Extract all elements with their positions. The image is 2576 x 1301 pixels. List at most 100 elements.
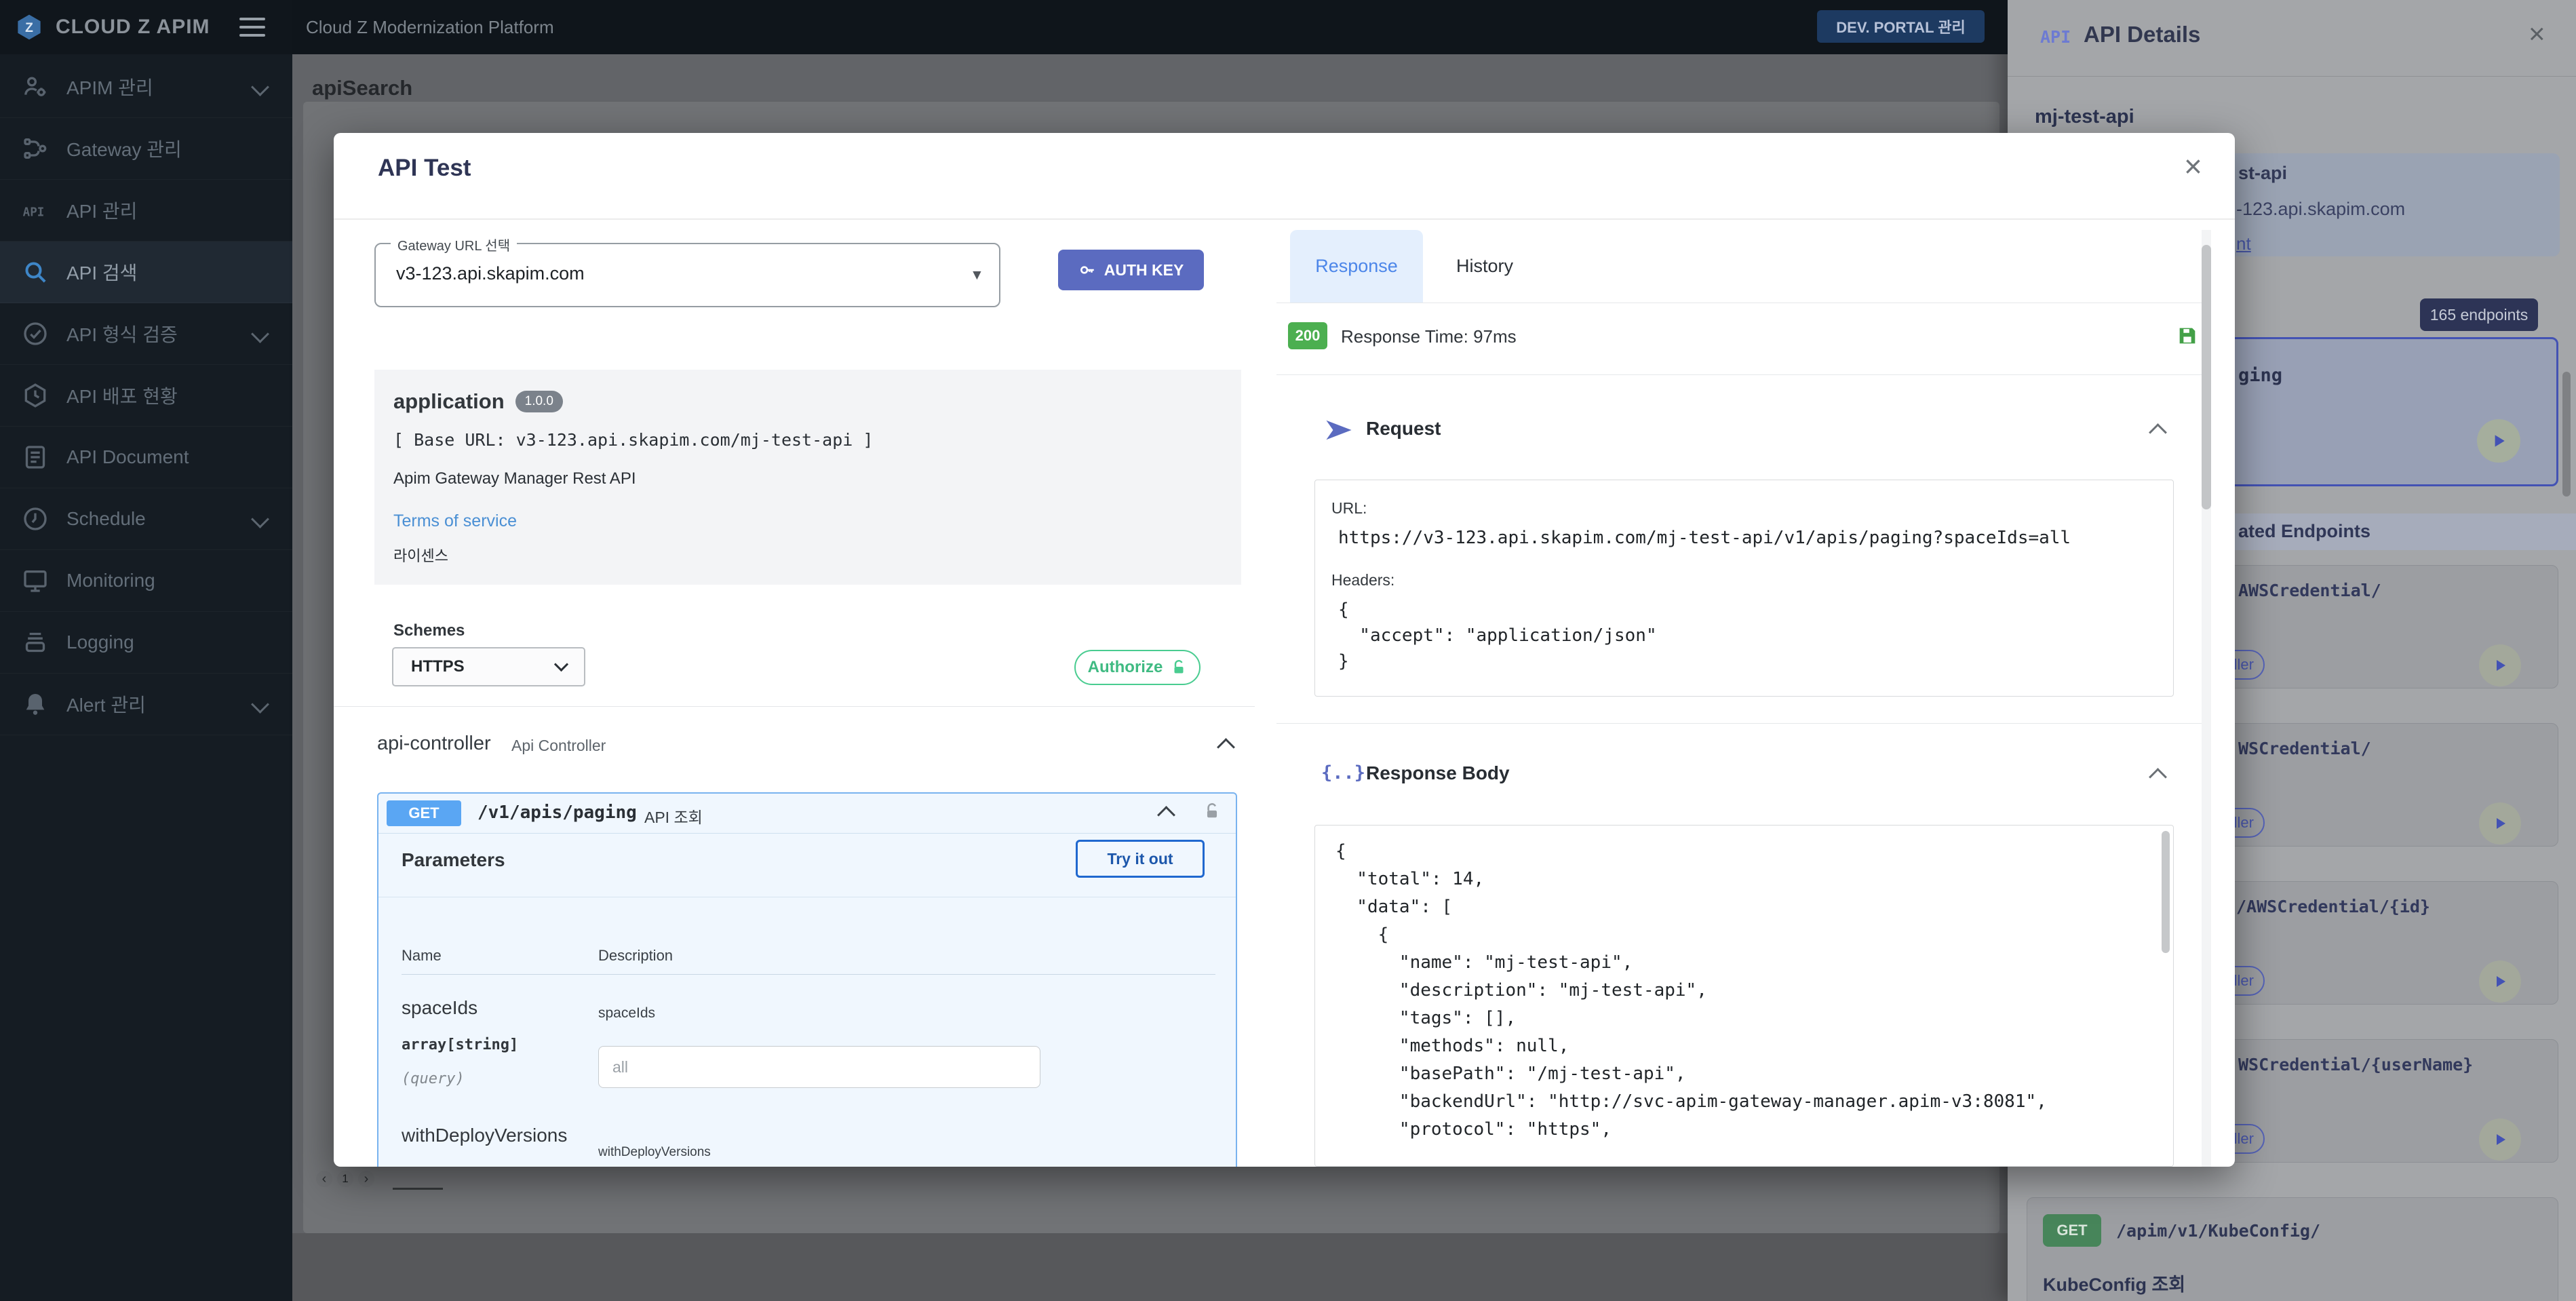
play-icon (2492, 657, 2508, 674)
related-endpoint-path-fragment: AWSCredential/ (2238, 581, 2381, 600)
pagination-prev-button[interactable]: ‹ (316, 1171, 332, 1187)
page-size-select[interactable] (393, 1188, 443, 1190)
related-endpoint-play-button[interactable] (2479, 802, 2521, 844)
modal-close-icon[interactable]: × (2184, 148, 2202, 185)
schemes-select[interactable]: HTTPS (392, 647, 585, 686)
controller-subtitle: Api Controller (511, 737, 606, 755)
sidebar-item-alert-management[interactable]: Alert 관리 (0, 674, 292, 735)
drawer-title: API Details (2084, 22, 2200, 47)
svg-text:Z: Z (25, 21, 33, 35)
param-col-description: Description (598, 947, 673, 965)
endpoint-summary: API 조회 (644, 804, 703, 828)
param-type: array[string] (402, 1036, 518, 1053)
drawer-close-icon[interactable]: × (2529, 18, 2545, 50)
key-icon (1078, 261, 1096, 279)
application-title: application (393, 389, 505, 414)
users-gear-icon (22, 73, 49, 100)
request-collapse-icon[interactable] (2149, 423, 2167, 442)
param-col-name: Name (402, 947, 442, 965)
api-icon: API (22, 197, 49, 224)
authorize-button[interactable]: Authorize (1074, 650, 1201, 685)
drawer-info-link-fragment[interactable]: nt (2236, 233, 2251, 254)
related-endpoint-path-fragment: WSCredential/{userName} (2238, 1055, 2473, 1074)
select-chevron-icon (554, 657, 568, 672)
auth-key-button[interactable]: AUTH KEY (1058, 250, 1204, 290)
save-icon[interactable] (2176, 324, 2199, 347)
drawer-api-name: mj-test-api (2035, 106, 2134, 128)
page-title: apiSearch (312, 76, 412, 100)
search-icon (22, 258, 49, 286)
controller-name: api-controller (377, 733, 491, 755)
endpoint-path: /v1/apis/paging (477, 802, 637, 823)
tab-response[interactable]: Response (1290, 230, 1423, 303)
related-endpoints-header-fragment: ated Endpoints (2238, 521, 2370, 542)
sidebar-item-gateway-management[interactable]: Gateway 관리 (0, 118, 292, 180)
related-endpoint-play-button[interactable] (2479, 644, 2521, 686)
topbar: Cloud Z Modernization Platform DEV. PORT… (292, 0, 2008, 54)
dev-portal-button[interactable]: DEV. PORTAL 관리 (1817, 10, 1985, 43)
param-in: (query) (402, 1070, 465, 1087)
response-body-title: Response Body (1366, 762, 1510, 784)
sidebar-item-api-management[interactable]: API API 관리 (0, 180, 292, 241)
version-badge: 1.0.0 (515, 391, 563, 412)
sidebar-item-api-document[interactable]: API Document (0, 427, 292, 488)
sidebar-item-api-deploy-status[interactable]: API 배포 현황 (0, 365, 292, 427)
param-value-input[interactable] (598, 1046, 1040, 1088)
page-below-card (292, 1233, 2008, 1301)
sidebar-item-api-validation[interactable]: API 형식 검증 (0, 303, 292, 365)
play-icon (2492, 815, 2508, 832)
document-icon (22, 444, 49, 471)
drawer-scrollbar[interactable] (2562, 372, 2571, 497)
tab-history[interactable]: History (1423, 230, 1546, 303)
request-send-icon (1324, 416, 1354, 444)
param-name: spaceIds (402, 997, 477, 1019)
check-circle-icon (22, 320, 49, 347)
sidebar-item-logging[interactable]: Logging (0, 612, 292, 674)
chevron-down-icon (251, 325, 269, 343)
collapse-chevron-icon[interactable] (1217, 738, 1235, 756)
drawer-info-name-fragment: st-api (2238, 163, 2287, 184)
response-time-text: Response Time: 97ms (1341, 326, 1517, 347)
request-url-label: URL: (1331, 499, 1367, 518)
brand-text: CLOUD Z APIM (56, 16, 210, 39)
sidebar-item-monitoring[interactable]: Monitoring (0, 550, 292, 612)
request-headers: { "accept": "application/json" } (1338, 597, 1657, 674)
license-link[interactable]: 라이센스 (393, 544, 448, 566)
pagination-next-button[interactable]: › (358, 1171, 374, 1187)
svg-text:API: API (23, 206, 45, 219)
param-description: withDeployVersions (598, 1145, 711, 1160)
selected-endpoint-play-button[interactable] (2477, 419, 2520, 463)
chevron-down-icon (251, 510, 269, 528)
selected-endpoint-path-fragment: ging (2238, 365, 2282, 386)
response-body-collapse-icon[interactable] (2149, 768, 2167, 786)
response-body-json: { "total": 14, "data": [ { "name": "mj-t… (1335, 838, 2047, 1144)
related-endpoint-play-button[interactable] (2479, 1119, 2521, 1161)
modal-title: API Test (378, 155, 471, 182)
base-url: [ Base URL: v3-123.api.skapim.com/mj-tes… (393, 430, 873, 450)
param-name: withDeployVersions (402, 1125, 567, 1146)
sidebar-item-schedule[interactable]: Schedule (0, 488, 292, 550)
try-it-out-button[interactable]: Try it out (1076, 840, 1205, 878)
bell-icon (22, 691, 49, 718)
terms-of-service-link[interactable]: Terms of service (393, 511, 517, 531)
response-body-scrollbar[interactable] (2162, 831, 2170, 953)
endpoint-lock-icon[interactable] (1203, 802, 1221, 821)
pagination-page-button[interactable]: 1 (337, 1171, 353, 1187)
related-endpoint-play-button[interactable] (2479, 960, 2521, 1003)
get-method-badge: GET (387, 800, 461, 826)
modal-pane-scrollbar-thumb[interactable] (2202, 245, 2211, 509)
kubeconfig-title: KubeConfig 조회 (2043, 1270, 2185, 1296)
select-arrow-icon: ▼ (970, 267, 984, 284)
sidebar-item-api-search[interactable]: API 검색 (0, 241, 292, 303)
endpoint-collapse-icon[interactable] (1157, 806, 1175, 824)
sidebar-item-apim-management[interactable]: APIM 관리 (0, 56, 292, 118)
topbar-title: Cloud Z Modernization Platform (306, 17, 554, 38)
application-description: Apim Gateway Manager Rest API (393, 469, 636, 488)
status-code-badge: 200 (1288, 322, 1327, 349)
param-description: spaceIds (598, 1005, 655, 1022)
braces-icon: {..} (1321, 762, 1365, 783)
related-endpoint-path-fragment: /AWSCredential/{id} (2236, 897, 2430, 916)
gateway-url-label: Gateway URL 선택 (391, 235, 517, 254)
hamburger-menu-icon[interactable] (239, 18, 265, 37)
related-endpoint-path-fragment: WSCredential/ (2238, 739, 2371, 758)
